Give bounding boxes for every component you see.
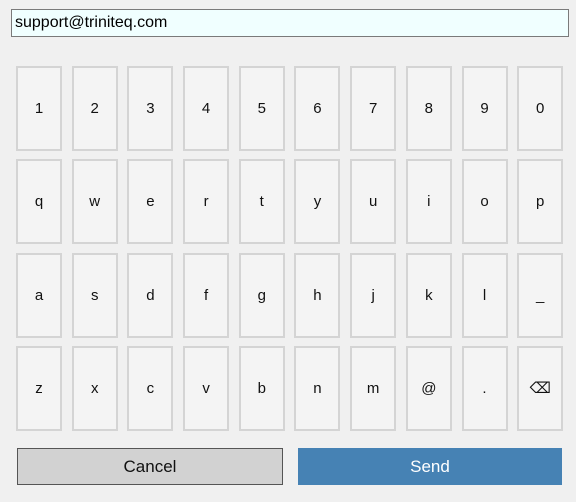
key-label: 6	[313, 100, 322, 117]
key-at[interactable]: @	[405, 345, 452, 431]
key-label: p	[536, 193, 545, 211]
send-button-label: Send	[410, 456, 450, 476]
key-a[interactable]: a	[16, 252, 62, 338]
key-d[interactable]: d	[127, 252, 174, 338]
key-label: 0	[536, 100, 545, 117]
key-label: k	[425, 286, 433, 304]
key-label: e	[146, 193, 155, 211]
key-label: n	[313, 379, 322, 397]
key-g[interactable]: g	[238, 252, 285, 338]
key-l[interactable]: l	[461, 252, 508, 338]
key-label: j	[371, 286, 375, 304]
key-label: r	[203, 193, 209, 211]
key-c[interactable]: c	[127, 345, 174, 431]
key-label: g	[257, 286, 266, 304]
key-h[interactable]: h	[294, 252, 341, 338]
key-b[interactable]: b	[238, 345, 285, 431]
key-label: b	[257, 379, 266, 397]
key-label: 7	[368, 100, 378, 117]
key-8[interactable]: 8	[405, 66, 452, 151]
key-label: 8	[424, 100, 433, 117]
on-screen-keyboard: 1 2 3 4 5 6 7 8 9 0 q w e r t y u i o p a s d f g h j k l _z x c v b n m @. ⌫	[16, 66, 564, 432]
key-y[interactable]: y	[294, 159, 341, 245]
key-label: z	[35, 379, 43, 397]
key-k[interactable]: k	[405, 252, 452, 338]
key-label: a	[34, 286, 44, 304]
key-0[interactable]: 0	[517, 66, 564, 151]
key-label: 4	[201, 100, 211, 117]
key-q[interactable]: q	[16, 159, 62, 245]
cancel-button-label: Cancel	[123, 456, 177, 476]
key-v[interactable]: v	[183, 345, 230, 431]
key-o[interactable]: o	[461, 159, 508, 245]
key-label: .	[482, 379, 487, 397]
key-label: 3	[146, 100, 155, 117]
key-z[interactable]: z	[16, 345, 62, 431]
key-label: 9	[480, 100, 489, 117]
key-underscore[interactable]: _	[517, 252, 564, 338]
key-n[interactable]: n	[294, 345, 341, 431]
key-7[interactable]: 7	[350, 66, 397, 151]
key-label: 1	[34, 100, 44, 117]
key-label: 5	[257, 100, 266, 117]
key-label: c	[146, 379, 155, 397]
key-label: l	[482, 286, 487, 304]
key-t[interactable]: t	[238, 159, 285, 245]
key-label: y	[313, 193, 322, 211]
key-9[interactable]: 9	[461, 66, 508, 151]
email-input[interactable]: support@triniteq.com	[11, 9, 569, 37]
key-x[interactable]: x	[71, 345, 118, 431]
key-e[interactable]: e	[127, 159, 174, 245]
key-m[interactable]: m	[350, 345, 397, 431]
key-4[interactable]: 4	[183, 66, 230, 151]
key-6[interactable]: 6	[294, 66, 341, 151]
backspace-icon: ⌫	[529, 380, 551, 398]
key-label: x	[90, 379, 99, 397]
key-2[interactable]: 2	[71, 66, 118, 151]
backspace-key[interactable]: ⌫	[517, 345, 564, 431]
key-label: _	[536, 286, 545, 304]
key-label: u	[368, 193, 378, 211]
key-label: m	[366, 379, 380, 397]
key-label: q	[34, 193, 44, 211]
key-r[interactable]: r	[183, 159, 230, 245]
key-label: h	[313, 286, 322, 304]
key-label: s	[90, 286, 99, 304]
key-label: @	[421, 379, 437, 397]
key-label: 2	[90, 100, 99, 117]
key-label: i	[427, 193, 431, 211]
key-w[interactable]: w	[71, 159, 118, 245]
key-u[interactable]: u	[350, 159, 397, 245]
key-label: t	[259, 193, 264, 211]
key-label: f	[203, 286, 209, 304]
key-p[interactable]: p	[517, 159, 564, 245]
key-3[interactable]: 3	[127, 66, 174, 151]
key-5[interactable]: 5	[238, 66, 285, 151]
key-label: w	[89, 193, 101, 211]
key-label: v	[202, 379, 210, 397]
key-s[interactable]: s	[71, 252, 118, 338]
key-f[interactable]: f	[183, 252, 230, 338]
key-label: d	[146, 286, 155, 304]
key-i[interactable]: i	[405, 159, 452, 245]
key-j[interactable]: j	[350, 252, 397, 338]
cancel-button[interactable]: Cancel	[17, 448, 283, 485]
send-button[interactable]: Send	[298, 448, 562, 485]
key-label: o	[480, 193, 489, 211]
key-period[interactable]: .	[461, 345, 508, 431]
key-1[interactable]: 1	[16, 66, 62, 151]
